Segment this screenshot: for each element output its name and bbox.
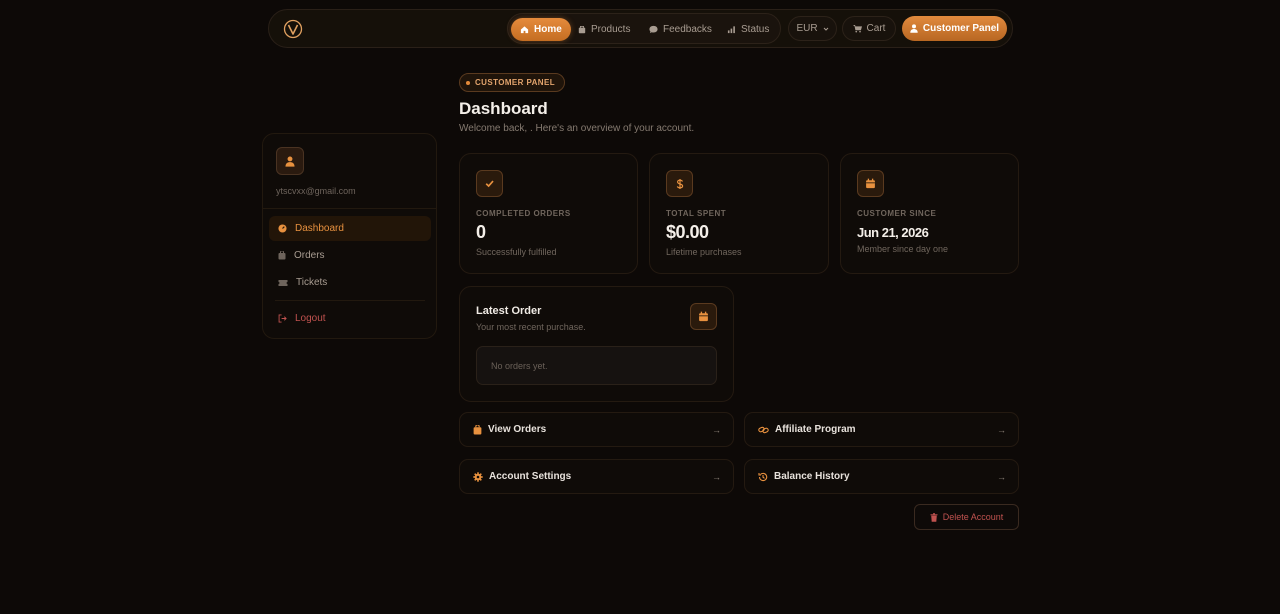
logo-icon[interactable]: [283, 19, 303, 39]
page-subtitle: Welcome back, . Here's an overview of yo…: [459, 123, 695, 134]
top-navbar: Home Products Feedbacks Status EUR Cart …: [268, 9, 1013, 48]
arrow-right-icon: →: [712, 471, 721, 482]
delete-account-button[interactable]: Delete Account: [914, 504, 1019, 530]
stat-sub: Member since day one: [857, 244, 949, 254]
empty-orders-message: No orders yet.: [476, 346, 717, 385]
view-orders-label: View Orders: [488, 424, 547, 435]
account-settings-label: Account Settings: [489, 471, 572, 482]
dashboard-icon: [278, 224, 287, 233]
stat-label: TOTAL SPENT: [666, 209, 727, 218]
customer-panel-label: Customer Panel: [922, 23, 1000, 34]
sidebar-item-orders[interactable]: Orders: [269, 243, 431, 268]
nav-links: Home Products Feedbacks Status: [507, 13, 781, 44]
avatar: [276, 147, 304, 175]
latest-order-card: Latest Order Your most recent purchase. …: [459, 286, 734, 402]
products-icon: [578, 25, 586, 33]
feedbacks-icon: [649, 25, 658, 34]
home-icon: [520, 26, 529, 34]
orders-icon: [278, 251, 286, 260]
nav-products[interactable]: Products: [578, 18, 630, 41]
badge-dot: [466, 80, 470, 85]
dollar-icon: [666, 170, 693, 197]
currency-select[interactable]: EUR: [788, 16, 837, 41]
latest-order-subtitle: Your most recent purchase.: [476, 322, 586, 332]
user-icon: [910, 24, 918, 33]
sidebar: ytscvxx@gmail.com Dashboard Orders Ticke…: [262, 133, 437, 339]
stat-card-total-spent: TOTAL SPENT $0.00 Lifetime purchases: [649, 153, 829, 274]
logout-label: Logout: [295, 313, 326, 324]
nav-status[interactable]: Status: [727, 18, 769, 41]
affiliate-program-label: Affiliate Program: [775, 424, 856, 435]
calendar-icon: [857, 170, 884, 197]
account-settings-button[interactable]: Account Settings →: [459, 459, 734, 494]
arrow-right-icon: →: [997, 471, 1006, 482]
section-badge: CUSTOMER PANEL: [459, 73, 565, 92]
link-icon: [758, 426, 769, 433]
nav-products-label: Products: [591, 24, 631, 35]
sidebar-item-label: Orders: [294, 250, 325, 261]
logout-icon: [278, 314, 287, 323]
customer-panel-button[interactable]: Customer Panel: [902, 16, 1007, 41]
balance-history-button[interactable]: Balance History →: [744, 459, 1019, 494]
calendar-icon: [690, 303, 717, 330]
history-icon: [758, 472, 768, 481]
chevron-down-icon: [823, 27, 828, 31]
badge-label: CUSTOMER PANEL: [475, 78, 555, 87]
user-email: ytscvxx@gmail.com: [276, 186, 356, 196]
nav-feedbacks[interactable]: Feedbacks: [649, 18, 712, 41]
balance-history-label: Balance History: [774, 471, 850, 482]
sidebar-item-label: Tickets: [296, 277, 328, 288]
delete-account-label: Delete Account: [942, 512, 1004, 522]
logout-button[interactable]: Logout: [269, 306, 431, 331]
stat-card-customer-since: CUSTOMER SINCE Jun 21, 2026 Member since…: [840, 153, 1019, 274]
nav-home-label: Home: [534, 24, 562, 35]
status-icon: [727, 26, 735, 34]
stat-sub: Lifetime purchases: [666, 247, 742, 257]
stat-value: 0: [476, 222, 486, 242]
latest-order-title: Latest Order: [476, 305, 542, 317]
user-icon: [285, 155, 295, 167]
bag-icon: [473, 424, 482, 434]
trash-icon: [930, 512, 938, 522]
sidebar-item-dashboard[interactable]: Dashboard: [269, 216, 431, 241]
gear-icon: [473, 471, 483, 482]
cart-icon: [852, 24, 862, 33]
sidebar-item-label: Dashboard: [295, 223, 344, 234]
cart-button[interactable]: Cart: [842, 16, 896, 41]
arrow-right-icon: →: [712, 424, 721, 435]
stat-value: $0.00: [666, 222, 709, 242]
arrow-right-icon: →: [997, 424, 1006, 435]
sidebar-item-tickets[interactable]: Tickets: [269, 270, 431, 295]
nav-home[interactable]: Home: [511, 18, 571, 41]
nav-status-label: Status: [741, 24, 770, 35]
stat-card-completed-orders: COMPLETED ORDERS 0 Successfully fulfille…: [459, 153, 638, 274]
page-title: Dashboard: [459, 99, 548, 118]
tickets-icon: [278, 279, 288, 286]
stat-label: COMPLETED ORDERS: [476, 209, 571, 218]
check-icon: [476, 170, 503, 197]
stat-value: Jun 21, 2026: [857, 225, 929, 240]
divider: [275, 300, 425, 301]
view-orders-button[interactable]: View Orders →: [459, 412, 734, 447]
divider: [263, 208, 437, 209]
stat-sub: Successfully fulfilled: [476, 247, 557, 257]
stat-label: CUSTOMER SINCE: [857, 209, 937, 218]
affiliate-program-button[interactable]: Affiliate Program →: [744, 412, 1019, 447]
cart-label: Cart: [866, 23, 886, 34]
currency-label: EUR: [796, 23, 818, 34]
nav-feedbacks-label: Feedbacks: [663, 24, 712, 35]
